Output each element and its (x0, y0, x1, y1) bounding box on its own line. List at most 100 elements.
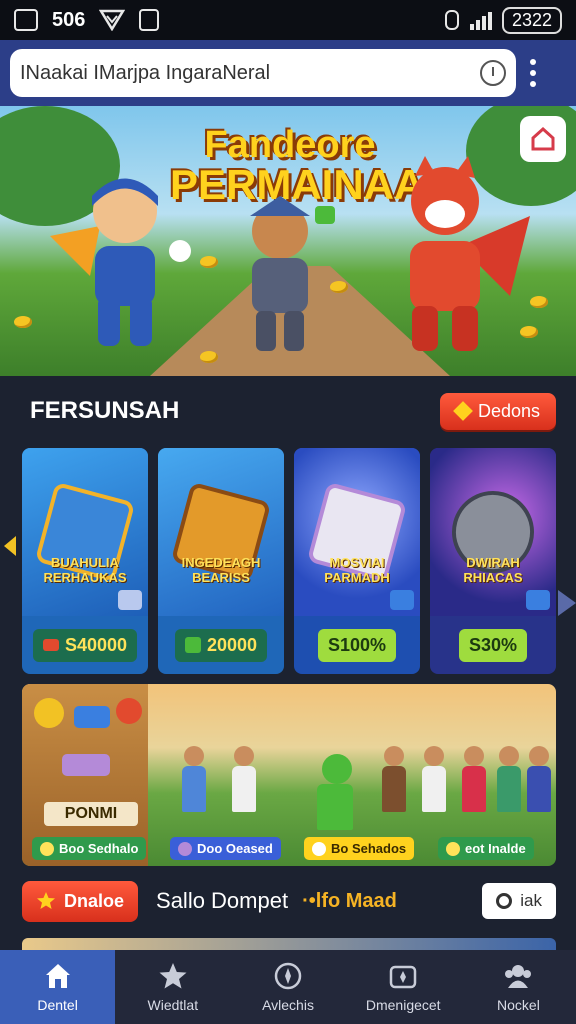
history-icon[interactable] (480, 60, 506, 86)
tag-icon (118, 590, 142, 610)
card-price[interactable]: S40000 (32, 628, 138, 662)
wallet-title: Sallo Dompet (156, 888, 289, 913)
overflow-menu-icon[interactable] (530, 59, 536, 87)
kid-figure (232, 746, 256, 812)
banner-pill[interactable]: eot Inalde (438, 837, 534, 860)
product-card[interactable]: DWIRAH RHIACAS S30% (430, 448, 556, 674)
coin-icon (200, 256, 218, 268)
wallet-action-button[interactable]: Dnaloe (22, 880, 139, 922)
nav-item-favorites[interactable]: Wiedtlat (115, 950, 230, 1024)
card-label: BUAHULIA RERHAUKAS (43, 555, 127, 586)
card-art: INGEDEAGH BEARISS (158, 448, 284, 616)
featured-banner[interactable]: PONMI Boo Sedhalo Doo Oeased Bo Sehados … (22, 684, 556, 866)
diamond-icon (453, 401, 473, 421)
product-card[interactable]: INGEDEAGH BEARISS 20000 (158, 448, 284, 674)
pill-text: Doo Oeased (197, 841, 273, 856)
scroll-right-arrow-icon[interactable] (558, 590, 576, 616)
coin-icon (330, 281, 348, 293)
nav-item-home[interactable]: Dentel (0, 950, 116, 1024)
section-action-label: Dedons (477, 400, 540, 421)
compass-icon (274, 962, 302, 990)
kid-figure (497, 746, 521, 812)
red-fox-character (410, 156, 530, 351)
hero-banner[interactable]: Fandeore PERMAINAA! (0, 106, 576, 376)
star-icon (37, 892, 55, 909)
wallet-side-button[interactable]: iak (482, 883, 556, 919)
home-heart-icon (531, 126, 555, 151)
shield-icon (99, 9, 126, 31)
card-footer: 20000 (158, 616, 284, 674)
wallet-side-label: iak (520, 891, 542, 910)
scroll-left-arrow-icon[interactable] (4, 536, 16, 556)
heart-icon (178, 841, 192, 856)
medal-icon (34, 698, 64, 728)
card-price[interactable]: S100% (317, 628, 397, 662)
wallet-row: Dnaloe Sallo Dompet ·•lfo Maad iak (22, 874, 556, 928)
browser-toolbar: INaakai IMarjpa IngaraNeral (0, 40, 576, 106)
card-label: DWIRAH RHIACAS (463, 555, 523, 586)
coin-icon (530, 296, 548, 308)
card-art: BUAHULIA RERHAUKAS (22, 448, 148, 616)
status-bar: 506 2322 (0, 0, 576, 40)
kid-figure (422, 746, 446, 812)
card-art: DWIRAH RHIACAS (430, 448, 556, 616)
home-icon (45, 964, 70, 988)
status-time: 506 (52, 8, 86, 31)
banner-pill[interactable]: Doo Oeased (170, 837, 281, 860)
card-price-text: S100% (327, 634, 387, 655)
nav-item-explore[interactable]: Avlechis (230, 950, 345, 1024)
check-icon (40, 841, 54, 856)
card-footer: S100% (294, 616, 420, 674)
card-price-text: S40000 (64, 634, 128, 655)
kid-figure (182, 746, 206, 812)
card-footer: S40000 (22, 616, 148, 674)
banner-pill[interactable]: Bo Sehados (304, 837, 415, 860)
plane-icon (390, 590, 414, 610)
nav-item-social[interactable]: Nockel (461, 950, 576, 1024)
card-price[interactable]: 20000 (174, 628, 268, 662)
check-icon (312, 841, 326, 856)
nav-label: Wiedtlat (147, 997, 199, 1013)
blue-hero-character (50, 178, 191, 346)
wallet-icon (389, 965, 417, 989)
product-card[interactable]: BUAHULIA RERHAUKAS S40000 (22, 448, 148, 674)
status-clock: 2322 (501, 6, 562, 34)
coin-icon (14, 316, 32, 328)
star-icon (159, 963, 187, 989)
ticket-icon (42, 639, 59, 651)
card-art: MOSVIAI PARMADH (294, 448, 420, 616)
card-price[interactable]: S30% (458, 628, 528, 662)
section-header: FERSUNSAH Dedons (0, 380, 576, 442)
card-price-text: 20000 (206, 634, 258, 655)
home-outline-icon (14, 9, 38, 31)
nav-item-wallet[interactable]: Dmenigecet (346, 950, 461, 1024)
warrior-character (250, 196, 335, 351)
section-action-button[interactable]: Dedons (439, 392, 556, 430)
kid-figure (462, 746, 486, 812)
card-label: MOSVIAI PARMADH (324, 555, 390, 586)
section-title: FERSUNSAH (30, 397, 180, 424)
kid-figure (527, 746, 551, 812)
banner-pill[interactable]: Boo Sedhalo (32, 837, 147, 860)
rewards-label: PONMI (44, 802, 138, 826)
nav-label: Nockel (497, 997, 540, 1013)
nav-label: Avlechis (262, 997, 314, 1013)
bottom-navigation: Dentel Wiedtlat Avlechis Dmenigecet Nock… (0, 950, 576, 1024)
wallet-action-label: Dnaloe (64, 890, 125, 911)
pill-text: Bo Sehados (331, 841, 407, 856)
gem-icon (184, 637, 201, 653)
plane-icon (526, 590, 550, 610)
card-price-text: S30% (468, 634, 518, 655)
coin-icon (200, 351, 218, 363)
card-label: INGEDEAGH BEARISS (181, 555, 261, 586)
product-card[interactable]: MOSVIAI PARMADH S100% (294, 448, 420, 674)
nav-label: Dentel (37, 997, 78, 1013)
address-bar[interactable]: INaakai IMarjpa IngaraNeral (10, 49, 516, 97)
address-text: INaakai IMarjpa IngaraNeral (20, 61, 271, 84)
kid-figure (382, 746, 406, 812)
signal-icon (469, 10, 492, 30)
ring-icon (496, 893, 513, 909)
check-icon (446, 841, 460, 856)
sync-icon (444, 10, 459, 30)
pill-text: eot Inalde (465, 841, 526, 856)
